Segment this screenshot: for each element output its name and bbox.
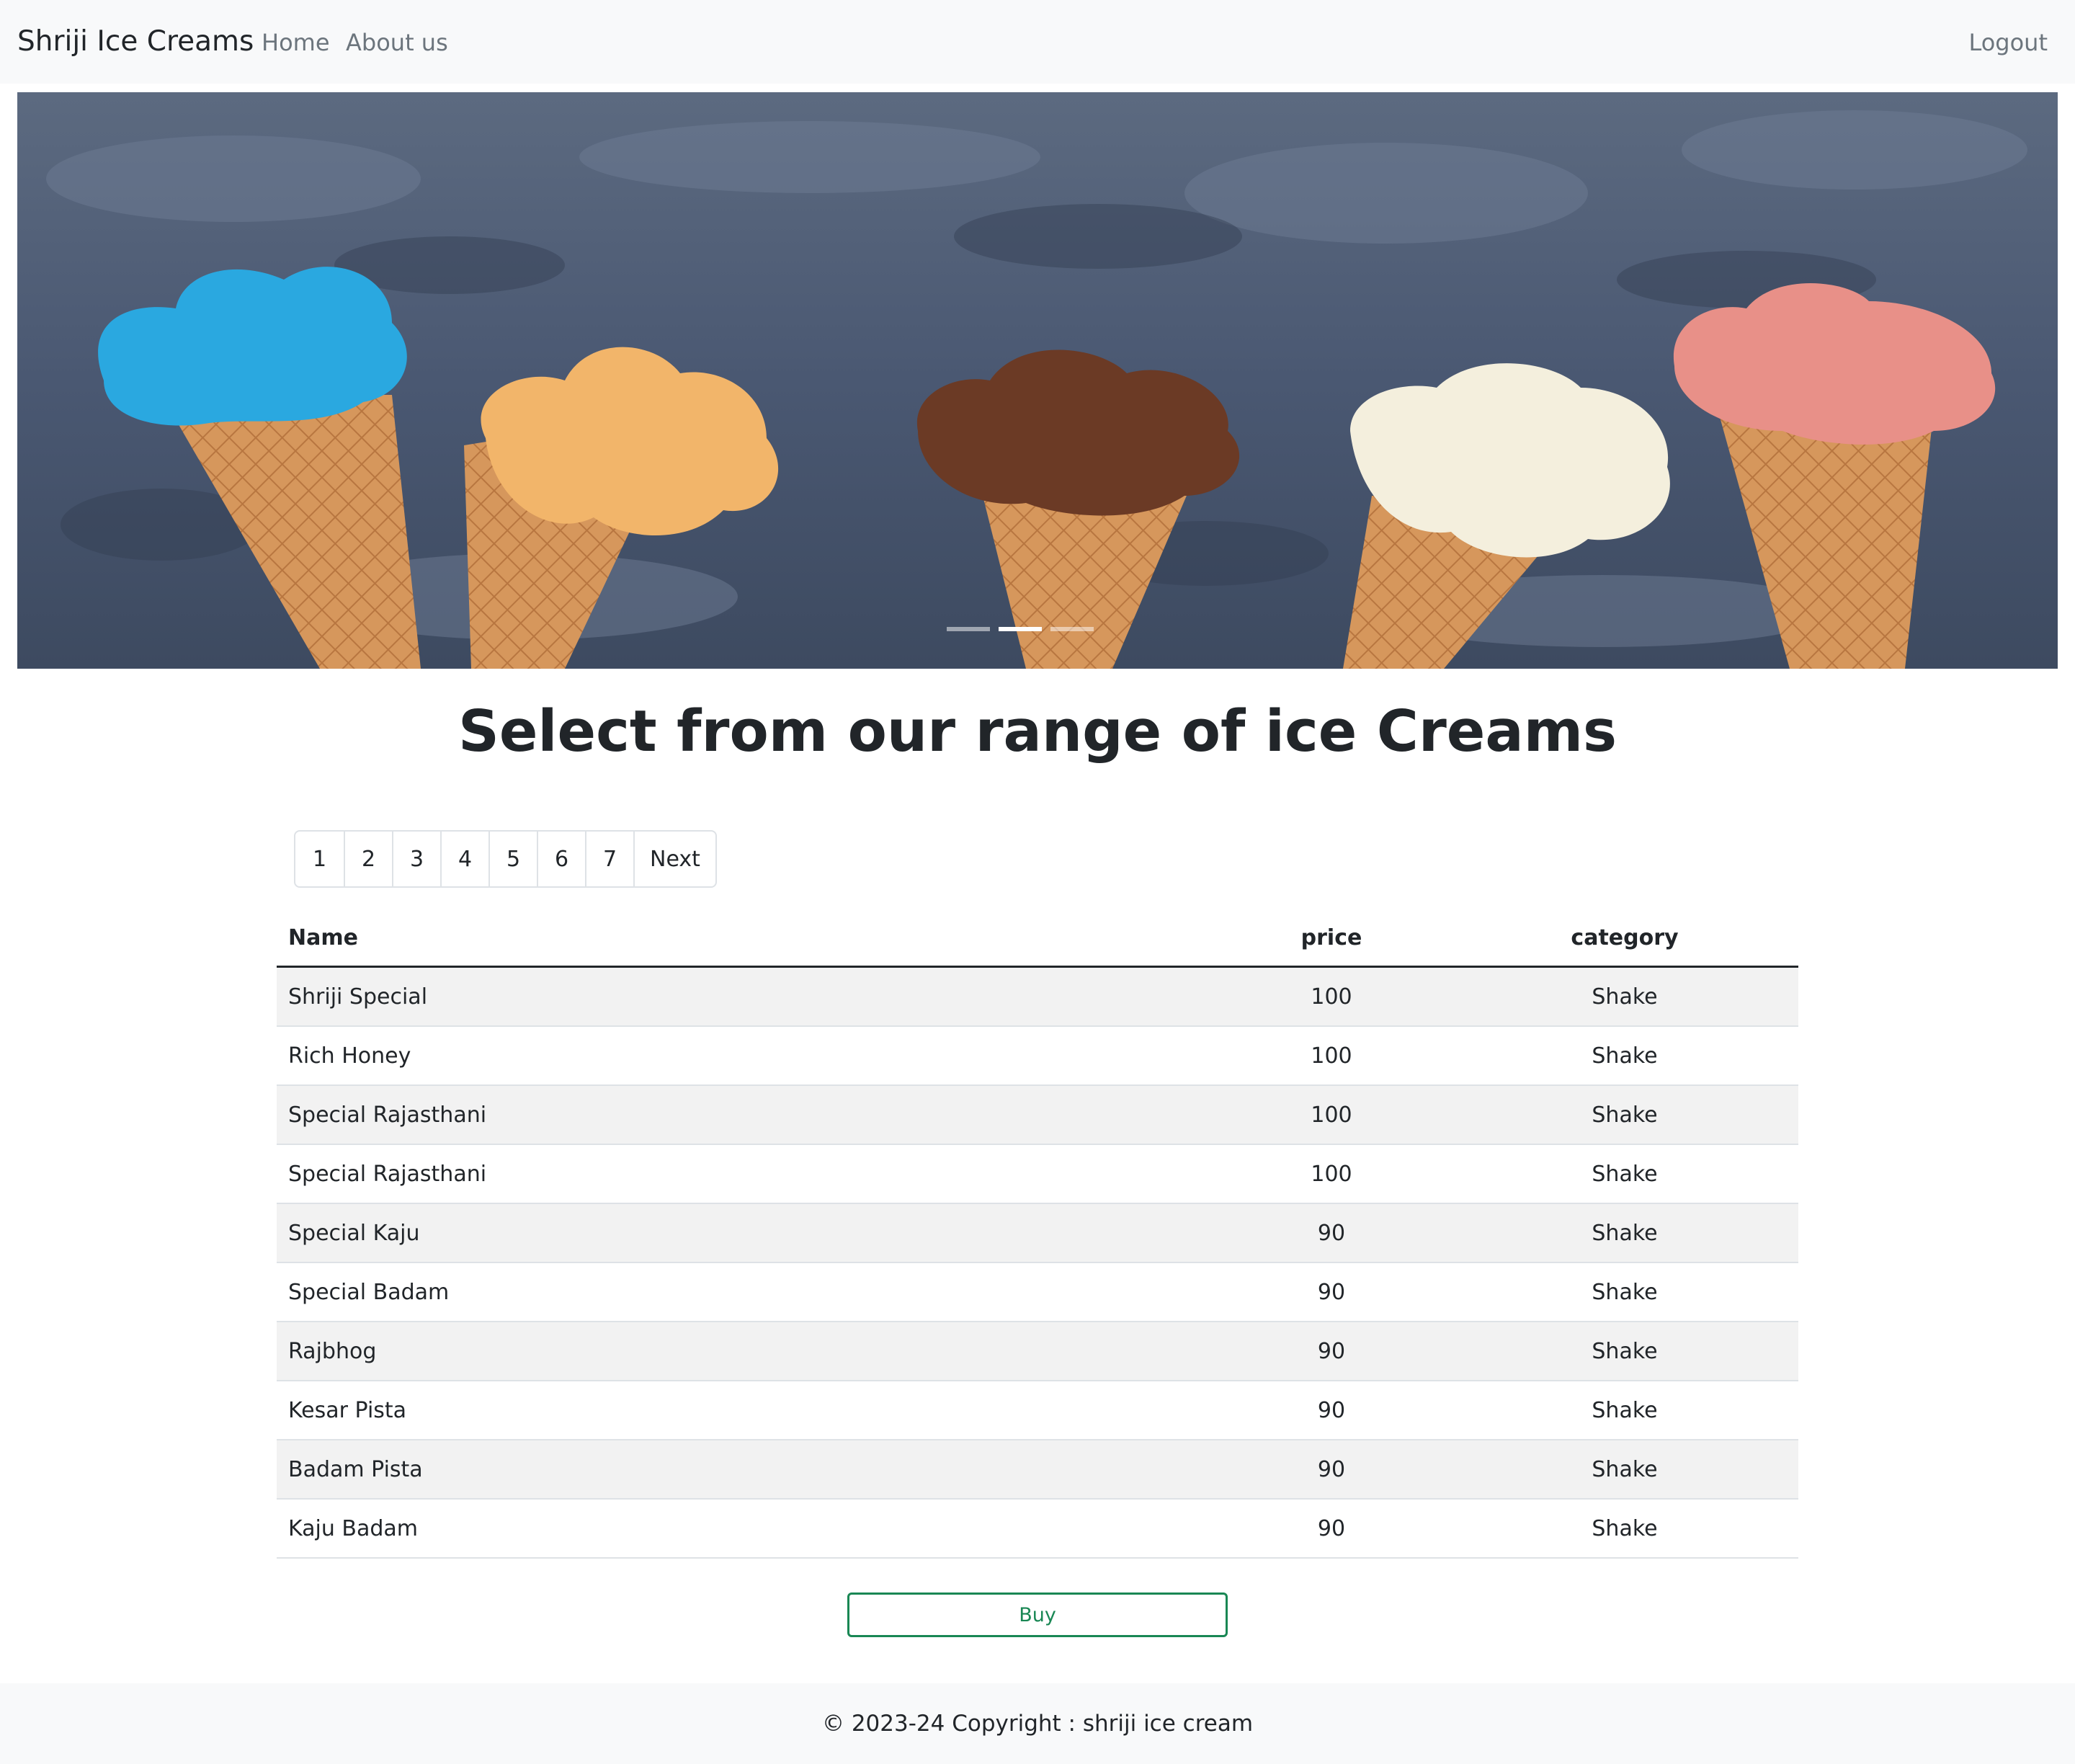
cell-price: 100 [1212, 1085, 1451, 1145]
column-header-price: price [1212, 909, 1451, 968]
cell-category: Shake [1451, 1440, 1798, 1500]
table-row[interactable]: Special Kaju 90 Shake [277, 1203, 1798, 1263]
footer: © 2023-24 Copyright : shriji ice cream [0, 1683, 2075, 1764]
cell-price: 90 [1212, 1203, 1451, 1263]
cell-category: Shake [1451, 1203, 1798, 1263]
cell-category: Shake [1451, 1381, 1798, 1440]
page-link-5[interactable]: 5 [488, 832, 537, 886]
table-row[interactable]: Shriji Special 100 Shake [277, 966, 1798, 1027]
cell-name: Kaju Badam [277, 1499, 1212, 1559]
table-row[interactable]: Kesar Pista 90 Shake [277, 1381, 1798, 1440]
column-header-name: Name [277, 909, 1212, 968]
nav-link-home[interactable]: Home [262, 24, 330, 61]
cell-name: Badam Pista [277, 1440, 1212, 1500]
page-heading: Select from our range of ice Creams [458, 698, 1617, 765]
cell-price: 90 [1212, 1499, 1451, 1559]
cell-name: Special Rajasthani [277, 1085, 1212, 1145]
navbar-brand[interactable]: Shriji Ice Creams [17, 22, 254, 62]
navbar: Shriji Ice Creams Home About us Logout [0, 0, 2075, 84]
cell-price: 90 [1212, 1440, 1451, 1500]
page-link-4[interactable]: 4 [440, 832, 488, 886]
cell-price: 100 [1212, 1026, 1451, 1086]
ice-cream-table: Name price category Shriji Special 100 S… [277, 909, 1798, 1559]
pagination: 1 2 3 4 5 6 7 Next [294, 830, 717, 888]
table-row[interactable]: Special Rajasthani 100 Shake [277, 1144, 1798, 1204]
table-row[interactable]: Kaju Badam 90 Shake [277, 1499, 1798, 1559]
table-row[interactable]: Badam Pista 90 Shake [277, 1440, 1798, 1500]
cell-price: 90 [1212, 1381, 1451, 1440]
table-row[interactable]: Rich Honey 100 Shake [277, 1026, 1798, 1086]
table-header-row: Name price category [277, 909, 1798, 968]
cell-name: Shriji Special [277, 966, 1212, 1027]
table-row[interactable]: Rajbhog 90 Shake [277, 1322, 1798, 1381]
page-link-2[interactable]: 2 [344, 832, 392, 886]
cell-name: Rich Honey [277, 1026, 1212, 1086]
carousel-indicator-1[interactable] [947, 627, 990, 631]
cell-category: Shake [1451, 1026, 1798, 1086]
carousel-indicator-3[interactable] [1050, 627, 1094, 631]
logout-link[interactable]: Logout [1968, 24, 2048, 61]
cell-price: 90 [1212, 1322, 1451, 1381]
carousel-indicator-2[interactable] [999, 627, 1042, 631]
cell-name: Special Kaju [277, 1203, 1212, 1263]
footer-copyright: © 2023-24 Copyright : shriji ice cream [821, 1711, 1254, 1737]
page-link-1[interactable]: 1 [295, 832, 344, 886]
cell-name: Kesar Pista [277, 1381, 1212, 1440]
page-link-6[interactable]: 6 [537, 832, 585, 886]
nav-link-about-us[interactable]: About us [346, 24, 448, 61]
buy-button[interactable]: Buy [847, 1592, 1228, 1637]
cell-category: Shake [1451, 1144, 1798, 1204]
page-link-7[interactable]: 7 [585, 832, 633, 886]
ice-cream-cones-banner [17, 92, 2058, 669]
page-link-next[interactable]: Next [633, 832, 715, 886]
cell-price: 100 [1212, 966, 1451, 1027]
cell-category: Shake [1451, 1322, 1798, 1381]
cell-price: 100 [1212, 1144, 1451, 1204]
cell-price: 90 [1212, 1262, 1451, 1322]
page-link-3[interactable]: 3 [392, 832, 440, 886]
cell-category: Shake [1451, 1262, 1798, 1322]
cell-category: Shake [1451, 966, 1798, 1027]
table-row[interactable]: Special Rajasthani 100 Shake [277, 1085, 1798, 1145]
image-carousel[interactable] [17, 92, 2058, 669]
cell-category: Shake [1451, 1085, 1798, 1145]
cell-name: Special Rajasthani [277, 1144, 1212, 1204]
cell-category: Shake [1451, 1499, 1798, 1559]
cell-name: Special Badam [277, 1262, 1212, 1322]
cell-name: Rajbhog [277, 1322, 1212, 1381]
table-row[interactable]: Special Badam 90 Shake [277, 1262, 1798, 1322]
column-header-category: category [1451, 909, 1798, 968]
